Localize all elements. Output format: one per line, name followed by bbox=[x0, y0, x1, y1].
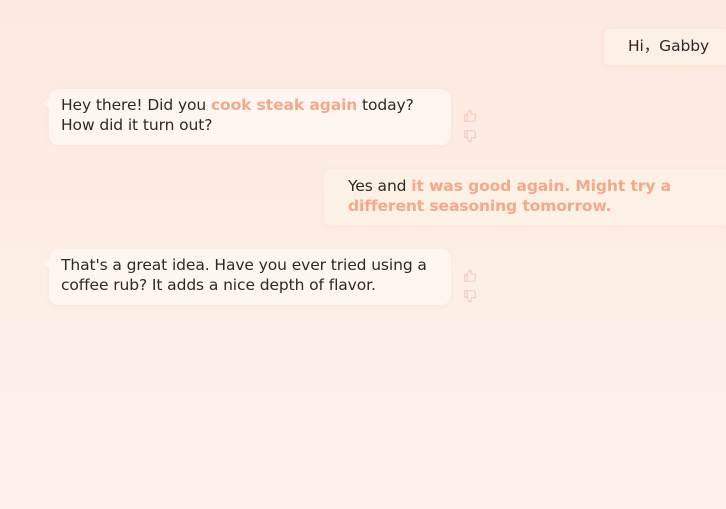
highlighted-phrase: cook steak again bbox=[210, 96, 358, 114]
thumbs-up-icon[interactable] bbox=[463, 109, 479, 125]
message-text: That's a great idea. Have you ever tried… bbox=[61, 256, 427, 294]
thumbs-up-icon[interactable] bbox=[463, 269, 479, 285]
thumbs-down-icon[interactable] bbox=[463, 289, 479, 305]
assistant-message: That's a great idea. Have you ever tried… bbox=[43, 249, 451, 305]
assistant-message: Hey there! Did you cook steak again toda… bbox=[43, 89, 451, 145]
message-feedback bbox=[463, 109, 479, 149]
message-text: Hi，Gabby bbox=[628, 37, 710, 55]
user-message-greeting: Hi，Gabby bbox=[604, 29, 726, 65]
chat-thread: Hi，Gabby Hey there! Did you cook steak a… bbox=[0, 0, 726, 509]
thumbs-down-icon[interactable] bbox=[463, 129, 479, 145]
message-text: Hey there! Did you bbox=[61, 96, 211, 114]
message-feedback bbox=[463, 269, 479, 309]
message-text: Yes and bbox=[348, 177, 412, 195]
user-message: Yes and it was good again. Might try a d… bbox=[324, 169, 726, 225]
